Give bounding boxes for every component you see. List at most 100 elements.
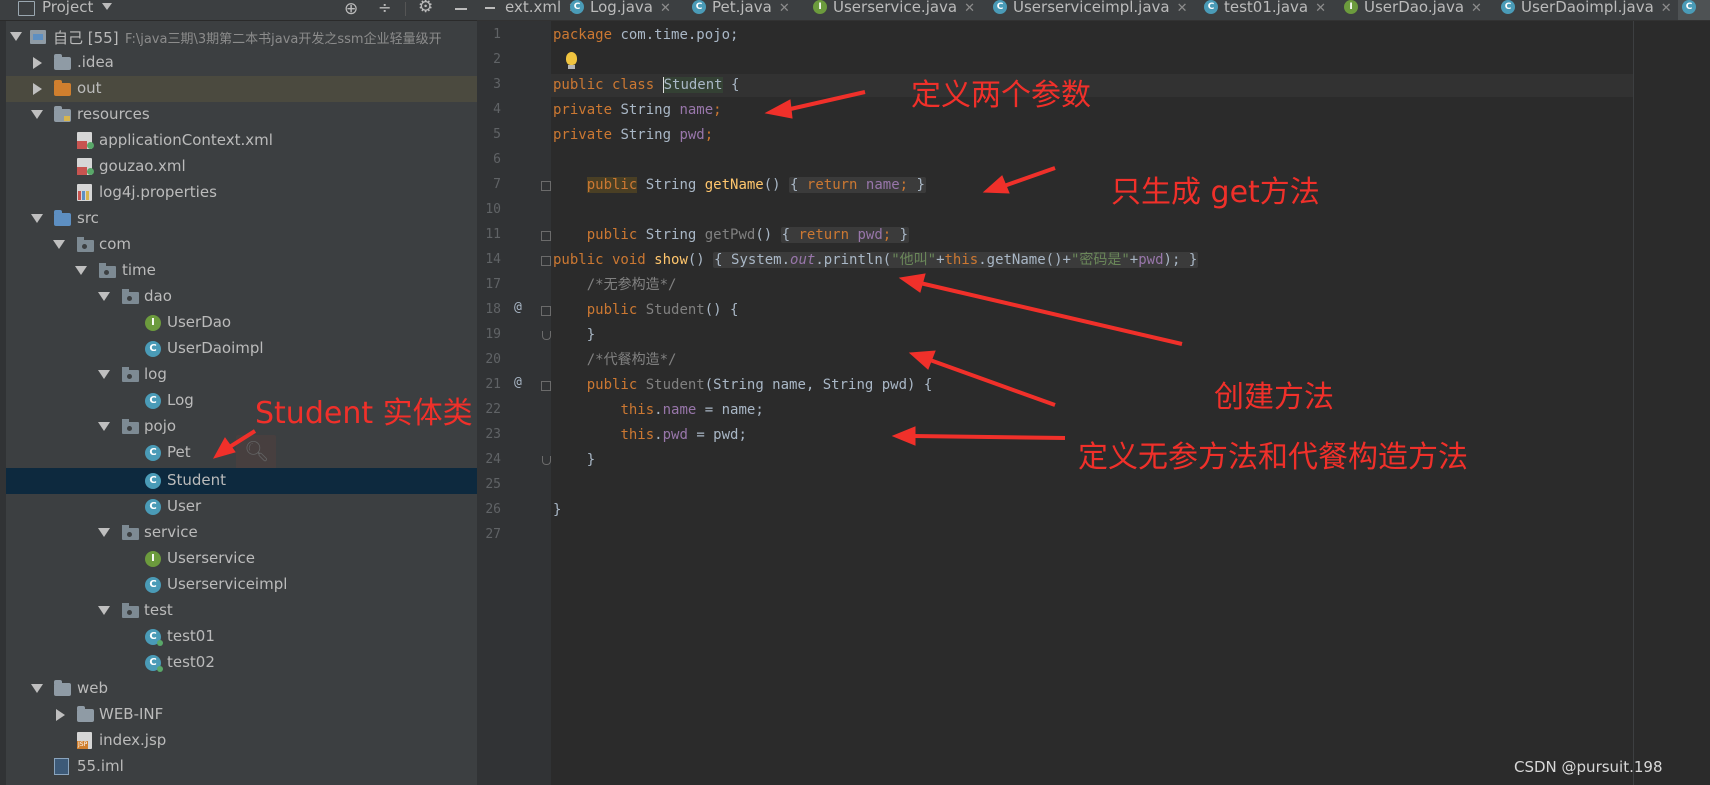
expand-arrow-icon[interactable]: [98, 422, 110, 431]
close-icon[interactable]: ✕: [1315, 1, 1326, 16]
tree-item-user[interactable]: C User: [6, 494, 477, 520]
lightbulb-icon[interactable]: [566, 52, 577, 69]
code-line-23[interactable]: this.pwd = pwd;: [553, 425, 746, 445]
code-line-18[interactable]: public Student() {: [553, 300, 739, 320]
tree-item-service[interactable]: service: [6, 520, 477, 546]
expand-arrow-icon[interactable]: [31, 110, 43, 119]
expand-arrow-icon[interactable]: [98, 606, 110, 615]
project-view-selector[interactable]: Project: [42, 0, 93, 16]
fold-collapse-icon[interactable]: [541, 381, 551, 391]
fold-end-icon[interactable]: [542, 331, 551, 340]
tree-item-userserviceimpl[interactable]: C Userserviceimpl: [6, 572, 477, 598]
folded-body[interactable]: { return name; }: [789, 177, 926, 193]
tree-item-dao[interactable]: dao: [6, 284, 477, 310]
close-icon[interactable]: ✕: [964, 1, 975, 16]
package-icon: [122, 289, 139, 304]
tree-item-userdaoimpl[interactable]: C UserDaoimpl: [6, 336, 477, 362]
fold-expand-icon[interactable]: [541, 231, 551, 241]
tree-item-out[interactable]: out: [6, 76, 477, 102]
code-line-26[interactable]: }: [553, 500, 561, 520]
tab-test01-java[interactable]: Ctest01.java ✕: [1204, 0, 1326, 20]
gear-icon[interactable]: ⚙: [418, 0, 433, 17]
folded-body[interactable]: { System.out.println("他叫"+this.getName()…: [713, 252, 1199, 268]
chevron-down-icon[interactable]: [102, 3, 112, 10]
tree-item-userservice[interactable]: I Userservice: [6, 546, 477, 572]
override-marker-icon[interactable]: @: [514, 375, 522, 390]
tree-item-log[interactable]: log: [6, 362, 477, 388]
code-line-3[interactable]: public class Student {: [553, 75, 739, 95]
code-line-17[interactable]: /*无参构造*/: [553, 275, 677, 295]
tab-userservice-java[interactable]: I Userservice.java ✕: [813, 0, 975, 20]
fold-collapse-icon[interactable]: [541, 306, 551, 316]
code-line-20[interactable]: /*代餐构造*/: [553, 350, 677, 370]
folded-body[interactable]: { return pwd; }: [780, 227, 910, 243]
expand-arrow-icon[interactable]: [31, 684, 43, 693]
tab-student-java[interactable]: C: [1678, 0, 1710, 20]
expand-arrow-icon[interactable]: [75, 266, 87, 275]
expand-arrow-icon[interactable]: [10, 32, 22, 41]
code-comment: /*代餐构造*/: [586, 352, 677, 368]
hide-panel-icon[interactable]: [455, 8, 467, 10]
tab-log-java[interactable]: C Log.java ✕: [570, 0, 671, 20]
arrow-constructors: [891, 426, 1066, 446]
tree-item-student[interactable]: C Student: [6, 468, 477, 494]
override-marker-icon[interactable]: @: [514, 300, 522, 315]
tab-userserviceimpl-java[interactable]: C Userserviceimpl.java ✕: [993, 0, 1188, 20]
code-line-14[interactable]: public void show() { System.out.println(…: [553, 250, 1199, 270]
fold-end-icon[interactable]: [542, 456, 551, 465]
code-line-11[interactable]: public String getPwd() { return pwd; }: [553, 225, 910, 245]
code-line-22[interactable]: this.name = name;: [553, 400, 763, 420]
locate-file-icon[interactable]: ⊕: [344, 0, 358, 19]
close-icon[interactable]: ✕: [1661, 1, 1672, 16]
tree-item-src[interactable]: src: [6, 206, 477, 232]
expand-arrow-icon[interactable]: [98, 292, 110, 301]
code-line-5[interactable]: private String pwd;: [553, 125, 713, 145]
fold-expand-icon[interactable]: [541, 181, 551, 191]
tree-item-gouzao[interactable]: gouzao.xml: [6, 154, 477, 180]
tree-item-web[interactable]: web: [6, 676, 477, 702]
expand-arrow-icon[interactable]: [31, 214, 43, 223]
code-line-7[interactable]: public String getName() { return name; }: [553, 175, 926, 195]
tree-item-resources[interactable]: resources: [6, 102, 477, 128]
expand-arrow-icon[interactable]: [33, 57, 42, 69]
expand-arrow-icon[interactable]: [98, 370, 110, 379]
expand-arrow-icon[interactable]: [53, 240, 65, 249]
tree-item-idea[interactable]: .idea: [6, 50, 477, 76]
code-text: +: [1129, 252, 1139, 268]
code-line-21[interactable]: public Student(String name, String pwd) …: [553, 375, 933, 395]
tree-item-index-jsp[interactable]: index.jsp: [6, 728, 477, 754]
tab-pet-java[interactable]: C Pet.java ✕: [692, 0, 790, 20]
code-keyword: return: [806, 177, 858, 193]
tree-item-web-inf[interactable]: WEB-INF: [6, 702, 477, 728]
tree-item-applicationcontext[interactable]: applicationContext.xml: [6, 128, 477, 154]
code-line-4[interactable]: private String name;: [553, 100, 722, 120]
code-line-19[interactable]: }: [553, 325, 595, 345]
tab-userdaoimpl-java[interactable]: C UserDaoimpl.java ✕: [1501, 0, 1672, 20]
tree-item-test02[interactable]: C test02: [6, 650, 477, 676]
fold-expand-icon[interactable]: [541, 256, 551, 266]
expand-arrow-icon[interactable]: [98, 528, 110, 537]
code-text: );: [1163, 252, 1181, 268]
tab-ext-xml[interactable]: ext.xml✕: [477, 0, 579, 20]
tree-item-log4j[interactable]: log4j.properties: [6, 180, 477, 206]
tree-item-root[interactable]: 自己 [55] F:\java三期\3期第二本书java开发之ssm企业轻量级开: [6, 24, 477, 50]
close-icon[interactable]: ✕: [1177, 1, 1188, 16]
tree-item-test01[interactable]: C test01: [6, 624, 477, 650]
tree-item-userdao[interactable]: I UserDao: [6, 310, 477, 336]
code-line-24[interactable]: }: [553, 450, 595, 470]
tree-item-test[interactable]: test: [6, 598, 477, 624]
interface-icon: I: [145, 315, 161, 331]
expand-arrow-icon[interactable]: [56, 709, 65, 721]
tree-item-55-iml[interactable]: 55.iml: [6, 754, 477, 780]
collapse-all-icon[interactable]: ÷: [378, 0, 391, 17]
close-icon[interactable]: ✕: [779, 1, 790, 16]
code-line-1[interactable]: package com.time.pojo;: [553, 25, 738, 45]
tree-item-time[interactable]: time: [6, 258, 477, 284]
close-icon[interactable]: ✕: [1471, 1, 1482, 16]
tab-userdao-java[interactable]: I UserDao.java ✕: [1344, 0, 1482, 20]
tree-item-com[interactable]: com: [6, 232, 477, 258]
code-field: pwd: [679, 127, 705, 143]
interface-icon: I: [1344, 0, 1358, 14]
close-icon[interactable]: ✕: [660, 1, 671, 16]
expand-arrow-icon[interactable]: [33, 83, 42, 95]
